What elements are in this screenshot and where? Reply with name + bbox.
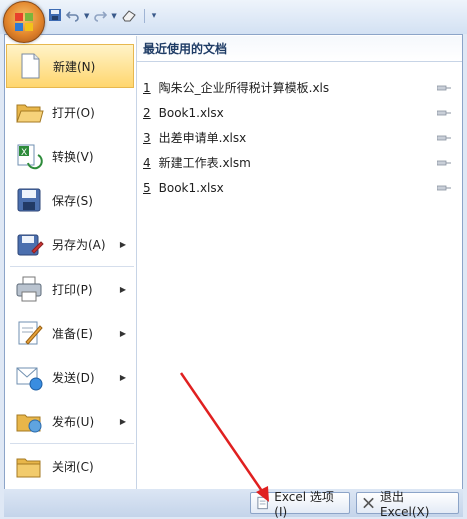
recent-file-number: 2 [143, 106, 151, 120]
new-document-icon [15, 51, 45, 81]
menu-item-save[interactable]: 保存(S) [6, 178, 134, 222]
submenu-arrow-icon: ▶ [119, 372, 126, 382]
open-folder-icon [14, 97, 44, 127]
pin-icon[interactable] [437, 134, 451, 142]
menu-footer: Excel 选项(I) 退出 Excel(X) [4, 489, 463, 519]
menu-item-close[interactable]: 关闭(C) [6, 444, 134, 488]
menu-item-send[interactable]: 发送(D) ▶ [6, 355, 134, 399]
toolbar-divider [143, 9, 145, 23]
submenu-arrow-icon: ▶ [119, 239, 126, 249]
recent-file-item[interactable]: 4 新建工作表.xlsm [143, 152, 455, 174]
menu-item-new[interactable]: 新建(N) [6, 44, 134, 88]
office-menu: 新建(N) 打开(O) X 转换(V) 保存(S) 另存为(A) ▶ 打印(P)… [4, 34, 463, 492]
close-icon [363, 497, 374, 509]
recent-file-number: 1 [143, 81, 151, 95]
pin-icon[interactable] [437, 184, 451, 192]
recent-file-name: 出差申请单.xlsx [158, 131, 247, 145]
menu-item-label: 准备(E) [52, 326, 93, 341]
recent-file-name: 陶朱公_企业所得税计算模板.xls [158, 81, 330, 95]
excel-options-button[interactable]: Excel 选项(I) [250, 490, 350, 519]
menu-item-label: 新建(N) [53, 59, 96, 74]
recent-file-item[interactable]: 1 陶朱公_企业所得税计算模板.xls [143, 77, 455, 99]
recent-documents-panel: 最近使用的文档 1 陶朱公_企业所得税计算模板.xls 2 Book1.xlsx 3… [137, 36, 462, 490]
recent-file-item[interactable]: 5 Book1.xlsx [143, 177, 455, 199]
office-button[interactable] [3, 1, 45, 43]
customize-qat-icon[interactable]: ▾ [152, 11, 157, 21]
save-icon[interactable] [48, 8, 62, 25]
pin-icon[interactable] [437, 159, 451, 167]
exit-excel-label: 退出 Excel(X) [380, 489, 430, 519]
svg-text:X: X [21, 148, 27, 158]
recent-file-number: 3 [143, 131, 151, 145]
exit-excel-button[interactable]: 退出 Excel(X) [356, 490, 459, 519]
pin-icon[interactable] [437, 84, 451, 92]
prepare-icon [14, 318, 44, 348]
pin-icon[interactable] [437, 109, 451, 117]
send-icon [14, 362, 44, 392]
recent-file-item[interactable]: 3 出差申请单.xlsx [143, 127, 455, 149]
excel-options-label: Excel 选项(I) [274, 489, 334, 519]
quick-access-toolbar: ▼ ▼ ▾ [0, 0, 467, 43]
close-folder-icon [14, 451, 44, 481]
menu-item-label: 发布(U) [52, 414, 95, 429]
menu-item-label: 保存(S) [52, 193, 93, 208]
submenu-arrow-icon: ▶ [119, 284, 126, 294]
menu-item-prepare[interactable]: 准备(E) ▶ [6, 311, 134, 355]
menu-item-publish[interactable]: 发布(U) ▶ [6, 399, 134, 443]
submenu-arrow-icon: ▶ [119, 416, 126, 426]
undo-dropdown-icon[interactable]: ▼ [84, 12, 89, 20]
office-logo-icon [15, 13, 33, 31]
recent-file-name: Book1.xlsx [158, 106, 224, 120]
convert-icon: X [14, 141, 44, 171]
menu-item-label: 打开(O) [52, 105, 95, 120]
menu-commands: 新建(N) 打开(O) X 转换(V) 保存(S) 另存为(A) ▶ 打印(P)… [6, 36, 137, 490]
publish-icon [14, 406, 44, 436]
menu-item-label: 发送(D) [52, 370, 95, 385]
menu-item-print[interactable]: 打印(P) ▶ [6, 267, 134, 311]
menu-item-label: 关闭(C) [52, 459, 94, 474]
eraser-icon[interactable] [121, 8, 137, 25]
menu-item-save-as[interactable]: 另存为(A) ▶ [6, 222, 134, 266]
menu-item-label: 转换(V) [52, 149, 94, 164]
recent-documents-title: 最近使用的文档 [137, 36, 462, 62]
menu-item-label: 另存为(A) [52, 237, 106, 252]
redo-dropdown-icon[interactable]: ▼ [111, 12, 116, 20]
redo-icon[interactable] [93, 8, 108, 25]
recent-file-name: 新建工作表.xlsm [158, 156, 251, 170]
save-disk-icon [14, 185, 44, 215]
recent-file-number: 4 [143, 156, 151, 170]
submenu-arrow-icon: ▶ [119, 328, 126, 338]
menu-item-label: 打印(P) [52, 282, 93, 297]
menu-item-open[interactable]: 打开(O) [6, 90, 134, 134]
undo-icon[interactable] [65, 8, 80, 25]
recent-file-item[interactable]: 2 Book1.xlsx [143, 102, 455, 124]
printer-icon [14, 274, 44, 304]
recent-file-number: 5 [143, 181, 151, 195]
save-as-icon [14, 229, 44, 259]
menu-item-convert[interactable]: X 转换(V) [6, 134, 134, 178]
recent-file-name: Book1.xlsx [158, 181, 224, 195]
options-document-icon [257, 496, 268, 510]
